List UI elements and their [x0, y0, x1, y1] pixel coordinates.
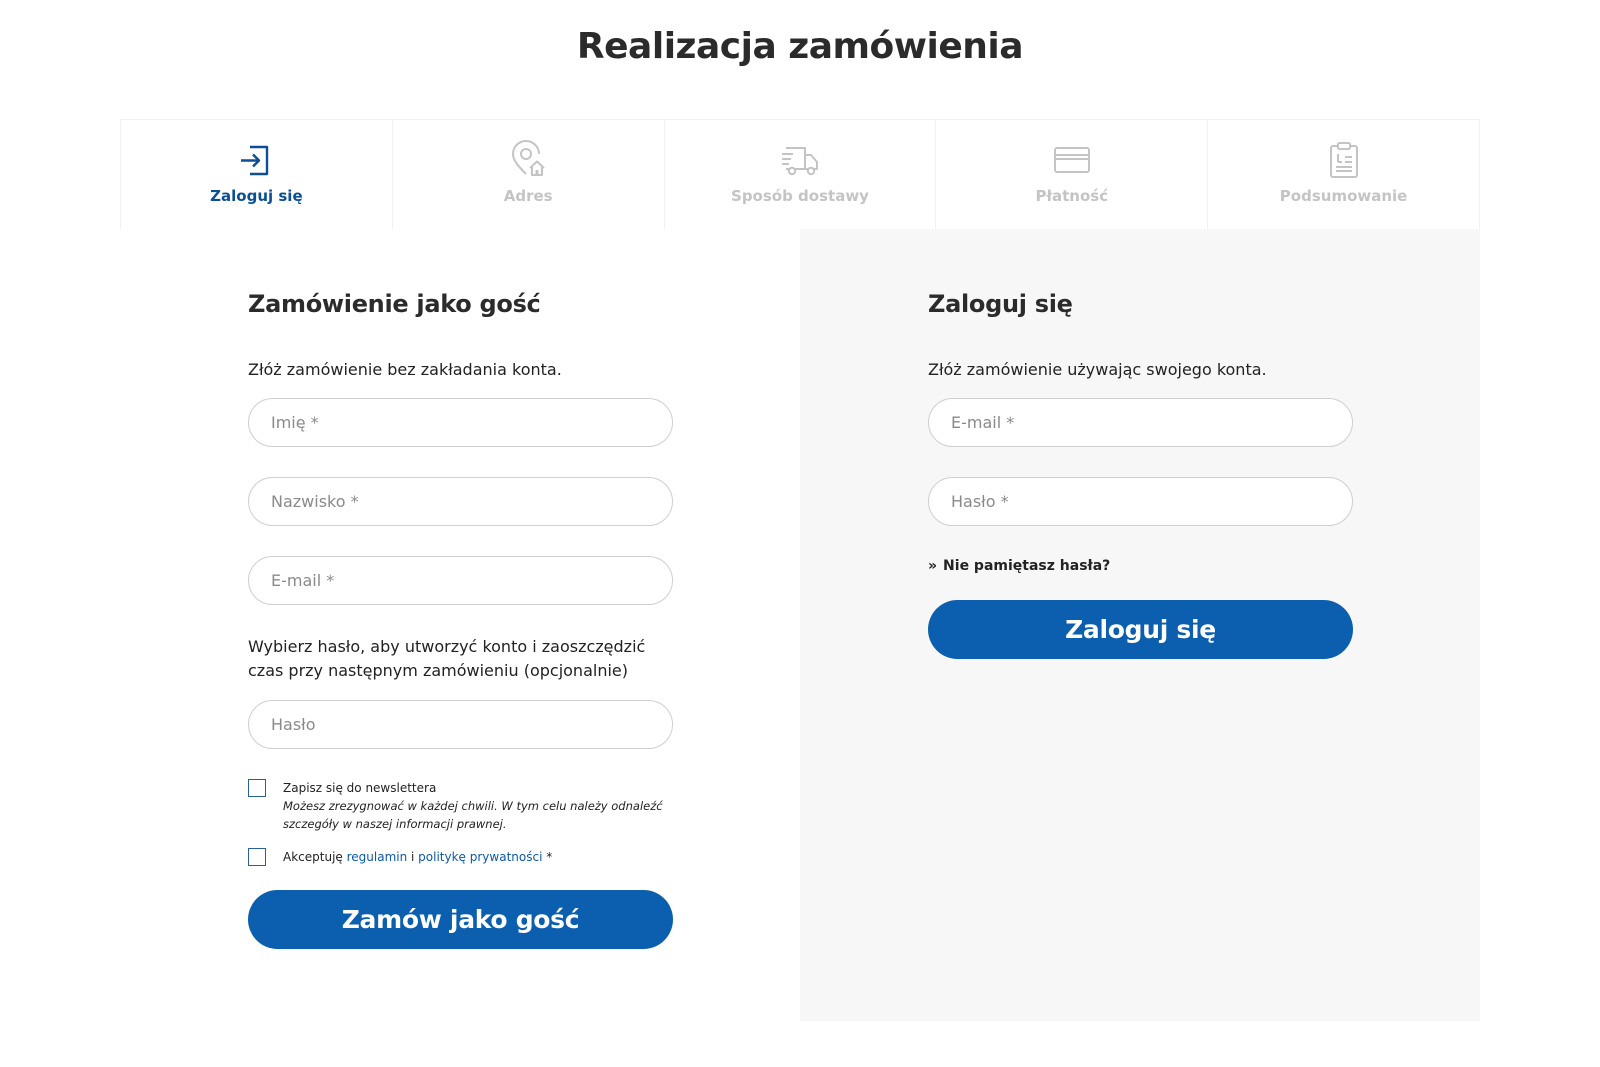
newsletter-checkbox[interactable]	[248, 779, 266, 797]
terms-text: Akceptuję regulamin i politykę prywatnoś…	[283, 848, 552, 866]
login-email-field[interactable]	[928, 398, 1353, 447]
order-as-guest-button[interactable]: Zamów jako gość	[248, 890, 673, 949]
step-login[interactable]: Zaloguj się	[121, 120, 393, 229]
step-delivery[interactable]: Sposób dostawy	[665, 120, 937, 229]
delivery-truck-icon	[781, 147, 818, 176]
guest-email-field[interactable]	[248, 556, 673, 605]
forgot-password-link[interactable]: Nie pamiętasz hasła?	[943, 558, 1110, 574]
terms-checkbox[interactable]	[248, 848, 266, 866]
forgot-password-row: » Nie pamiętasz hasła?	[928, 558, 1353, 576]
step-address[interactable]: Adres	[393, 120, 665, 229]
terms-link[interactable]: regulamin	[347, 850, 408, 864]
terms-row: Akceptuję regulamin i politykę prywatnoś…	[248, 848, 673, 866]
last-name-field[interactable]	[248, 477, 673, 526]
step-label: Płatność	[1035, 187, 1109, 205]
page-title: Realizacja zamówienia	[576, 26, 1024, 67]
newsletter-text: Zapisz się do newslettera Możesz zrezygn…	[283, 779, 673, 833]
login-icon	[241, 145, 269, 176]
login-section: Zaloguj się Złóż zamówienie używając swo…	[928, 290, 1353, 659]
guest-heading: Zamówienie jako gość	[248, 290, 541, 318]
step-label: Zaloguj się	[210, 187, 303, 205]
step-label: Podsumowanie	[1279, 187, 1408, 205]
newsletter-note: Możesz zrezygnować w każdej chwili. W ty…	[283, 799, 663, 831]
step-label: Adres	[503, 187, 553, 205]
terms-and: i	[407, 850, 419, 864]
guest-checkout-section: Zamówienie jako gość Złóż zamówienie bez…	[248, 290, 673, 949]
login-password-field[interactable]	[928, 477, 1353, 526]
checkout-steps: Zaloguj się Adres Sposób dostawy Płatnoś…	[120, 119, 1480, 229]
step-summary[interactable]: Podsumowanie	[1208, 120, 1479, 229]
newsletter-row: Zapisz się do newslettera Możesz zrezygn…	[248, 779, 673, 833]
credit-card-icon	[1053, 147, 1090, 173]
first-name-field[interactable]	[248, 398, 673, 447]
newsletter-label: Zapisz się do newslettera	[283, 781, 437, 795]
login-heading: Zaloguj się	[928, 290, 1073, 318]
location-home-icon	[512, 140, 545, 176]
step-label: Sposób dostawy	[731, 187, 869, 205]
terms-prefix: Akceptuję	[283, 850, 347, 864]
privacy-policy-link[interactable]: politykę prywatności	[418, 850, 542, 864]
summary-document-icon	[1329, 142, 1358, 178]
terms-required-marker: *	[542, 850, 553, 864]
password-hint: Wybierz hasło, aby utworzyć konto i zaos…	[248, 637, 646, 680]
guest-subtitle: Złóż zamówienie bez zakładania konta.	[248, 360, 562, 379]
guest-password-field[interactable]	[248, 700, 673, 749]
login-subtitle: Złóż zamówienie używając swojego konta.	[928, 360, 1267, 379]
step-payment[interactable]: Płatność	[936, 120, 1209, 229]
login-button[interactable]: Zaloguj się	[928, 600, 1353, 659]
forgot-marker: »	[928, 558, 938, 574]
